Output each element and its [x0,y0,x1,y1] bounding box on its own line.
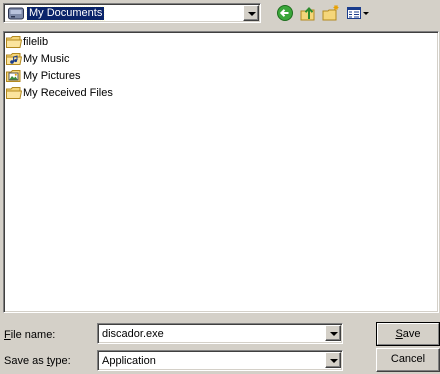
list-item[interactable]: filelib [6,34,48,50]
up-folder-icon[interactable] [299,4,317,22]
save-as-type-label: Save as type: [4,355,71,367]
chevron-down-icon [330,359,338,363]
view-menu-icon[interactable] [346,4,372,22]
look-in-combobox[interactable]: My Documents [3,3,261,23]
save-as-type-select[interactable]: Application [97,350,343,371]
file-name-value: discador.exe [102,328,164,340]
list-item-label: My Received Files [23,87,113,99]
cancel-button[interactable]: Cancel [376,348,440,372]
file-list[interactable]: filelib My Music My Pictures My Received… [3,31,439,313]
list-item[interactable]: My Received Files [6,85,113,101]
back-arrow-icon[interactable] [276,4,294,22]
list-item-label: My Pictures [23,70,81,82]
list-item-label: filelib [23,36,49,48]
chevron-down-icon [330,332,338,336]
pictures-folder-icon [6,70,21,82]
list-item[interactable]: My Pictures [6,68,80,84]
file-name-dropdown-button[interactable] [325,325,341,341]
file-name-field[interactable]: discador.exe [97,323,343,344]
music-folder-icon [6,53,22,65]
new-folder-icon[interactable] [322,4,340,22]
list-item[interactable]: My Music [6,51,69,67]
my-documents-drive-icon [8,7,24,20]
save-as-type-dropdown-button[interactable] [325,352,341,368]
list-item-label: My Music [23,53,70,65]
folder-icon [6,36,22,48]
save-as-type-value: Application [102,355,156,367]
look-in-dropdown-button[interactable] [243,5,259,21]
folder-icon [6,87,22,99]
look-in-value: My Documents [25,6,106,21]
save-button[interactable]: Save [376,322,440,346]
file-name-label: File name: [4,329,56,341]
chevron-down-icon [248,12,256,16]
